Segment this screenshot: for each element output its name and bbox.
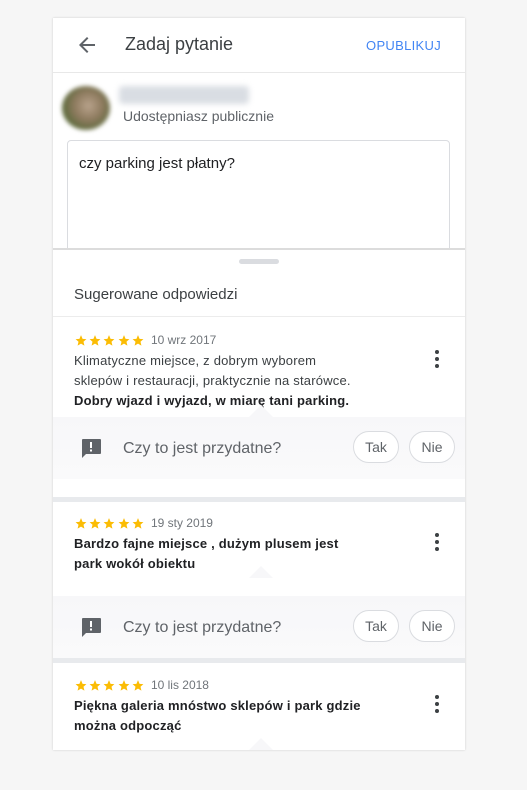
review-text: Piękna galeria mnóstwo sklepów i park gd… — [74, 696, 394, 736]
star-icon — [89, 334, 101, 346]
star-rating — [74, 334, 145, 347]
share-visibility-note: Udostępniasz publicznie — [123, 108, 274, 124]
helpful-feedback-bar: Czy to jest przydatne? Tak Nie — [53, 596, 465, 658]
star-icon — [132, 679, 144, 691]
review-line: sklepów i restauracji, praktycznie na st… — [74, 373, 351, 388]
helpful-feedback-bar: Czy to jest przydatne? Tak Nie — [53, 417, 465, 479]
page-title: Zadaj pytanie — [125, 34, 234, 54]
feedback-icon — [82, 618, 101, 637]
star-rating — [74, 517, 145, 530]
review-line-bold: Piękna galeria mnóstwo sklepów i park gd… — [74, 698, 361, 713]
question-text[interactable]: czy parking jest płatny? — [79, 155, 235, 172]
rating-row: 10 lis 2018 — [74, 678, 209, 692]
review-line-bold: Bardzo fajne miejsce , dużym plusem jest — [74, 536, 339, 551]
star-icon — [118, 334, 129, 346]
suggestion-card[interactable]: 10 lis 2018 Piękna galeria mnóstwo sklepó… — [53, 662, 465, 750]
star-icon — [103, 517, 115, 529]
more-vert-icon[interactable] — [427, 530, 447, 554]
review-line-bold: można odpocząć — [74, 718, 182, 733]
helpful-question: Czy to jest przydatne? — [123, 619, 282, 636]
review-date: 10 lis 2018 — [150, 678, 209, 692]
yes-button[interactable]: Tak — [353, 431, 399, 463]
review-date: 10 wrz 2017 — [150, 333, 217, 347]
star-icon — [89, 679, 101, 691]
star-icon — [75, 679, 87, 691]
review-date: 19 sty 2019 — [150, 516, 213, 530]
review-line-bold: park wokół obiektu — [74, 556, 196, 571]
star-icon — [118, 517, 129, 529]
rating-row: 19 sty 2019 — [74, 516, 213, 530]
rating-row: 10 wrz 2017 — [74, 333, 216, 347]
star-icon — [103, 679, 115, 691]
suggested-answers-title: Sugerowane odpowiedzi — [74, 286, 238, 303]
publish-button[interactable]: OPUBLIKUJ — [366, 38, 441, 53]
user-name-blurred — [119, 86, 249, 104]
suggestion-card[interactable]: 10 wrz 2017 Klimatyczne miejsce, z dobrym… — [53, 317, 465, 487]
avatar — [62, 86, 110, 130]
star-icon — [118, 679, 129, 691]
no-button[interactable]: Nie — [409, 431, 455, 463]
review-text: Bardzo fajne miejsce , dużym plusem jest… — [74, 534, 394, 574]
arrow-back-icon[interactable] — [75, 33, 99, 57]
helpful-pointer — [249, 566, 273, 578]
star-icon — [75, 517, 87, 529]
star-icon — [75, 334, 87, 346]
feedback-icon — [82, 439, 101, 458]
review-line: Klimatyczne miejsce, z dobrym wyborem — [74, 353, 317, 368]
star-icon — [132, 334, 144, 346]
star-icon — [132, 517, 144, 529]
drag-handle[interactable] — [239, 259, 279, 264]
no-button[interactable]: Nie — [409, 610, 455, 642]
review-text: Klimatyczne miejsce, z dobrym wyborem skl… — [74, 351, 394, 411]
yes-button[interactable]: Tak — [353, 610, 399, 642]
suggestion-card[interactable]: 19 sty 2019 Bardzo fajne miejsce , dużym … — [53, 500, 465, 670]
helpful-pointer — [249, 405, 273, 417]
ask-question-panel: Zadaj pytanie OPUBLIKUJ Udostępniasz pub… — [53, 18, 465, 750]
helpful-question: Czy to jest przydatne? — [123, 440, 282, 457]
more-vert-icon[interactable] — [427, 692, 447, 716]
header-divider — [53, 72, 465, 73]
top-bar: Zadaj pytanie OPUBLIKUJ — [53, 18, 465, 72]
suggested-answers-sheet[interactable]: Sugerowane odpowiedzi 10 wrz 2017 Klimaty… — [53, 248, 465, 750]
review-line-bold: Dobry wjazd i wyjazd, w miarę tani parki… — [74, 393, 350, 408]
helpful-pointer — [249, 738, 273, 750]
more-vert-icon[interactable] — [427, 347, 447, 371]
star-icon — [89, 517, 101, 529]
star-icon — [103, 334, 115, 346]
star-rating — [74, 679, 145, 692]
